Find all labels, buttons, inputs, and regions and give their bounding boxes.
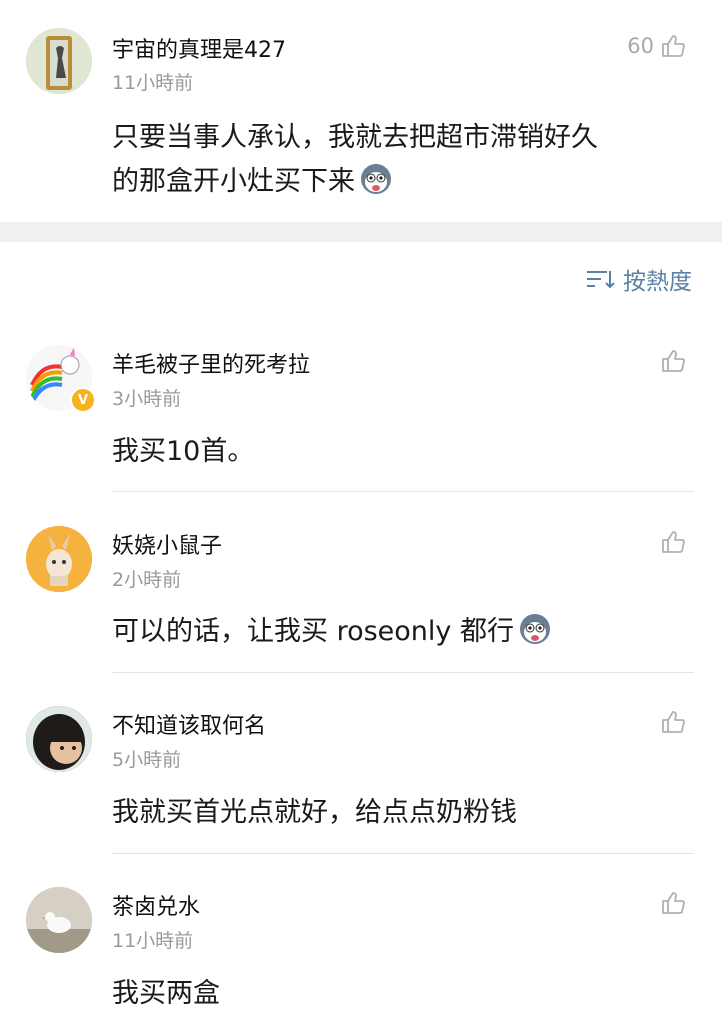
avatar[interactable]: [26, 887, 92, 953]
timestamp: 11小時前: [112, 72, 194, 94]
like-button[interactable]: 60: [627, 31, 686, 61]
timestamp: 3小時前: [112, 388, 182, 410]
comment-text-line1: 只要当事人承认，我就去把超市滞销好久: [112, 122, 598, 153]
avatar[interactable]: [26, 526, 92, 592]
avatar[interactable]: [26, 706, 92, 772]
thumbs-up-icon: [662, 711, 685, 733]
like-button[interactable]: [660, 888, 686, 918]
thumbs-up-icon: [662, 35, 685, 57]
comment-text: 我就买首光点就好，给点点奶粉钱: [112, 797, 517, 828]
divider: [112, 491, 694, 492]
sort-icon: [587, 271, 615, 289]
husky-emoji-icon: [361, 164, 391, 194]
husky-emoji-icon: [519, 614, 550, 644]
avatar[interactable]: [26, 28, 92, 94]
divider: [112, 853, 694, 854]
comment-text-line2: 的那盒开小灶买下来: [112, 160, 598, 204]
divider: [112, 672, 694, 673]
comment-text: 只要当事人承认，我就去把超市滞销好久 的那盒开小灶买下来: [112, 116, 598, 204]
timestamp: 2小時前: [112, 569, 182, 591]
comment-text: 可以的话，让我买 roseonly 都行: [112, 610, 552, 654]
username[interactable]: 妖娆小鼠子: [112, 528, 222, 560]
username[interactable]: 羊毛被子里的死考拉: [112, 347, 310, 379]
comment-text-content: 可以的话，让我买 roseonly 都行: [112, 616, 514, 647]
thumbs-up-icon: [662, 531, 685, 553]
thumbs-up-icon: [662, 350, 685, 372]
username[interactable]: 不知道该取何名: [112, 708, 266, 740]
like-button[interactable]: [660, 707, 686, 737]
username[interactable]: 茶卤兑水: [112, 889, 200, 921]
sort-label: 按熱度: [623, 269, 692, 295]
like-button[interactable]: [660, 527, 686, 557]
username[interactable]: 宇宙的真理是427: [112, 32, 286, 64]
like-count: 60: [627, 34, 654, 58]
sort-button[interactable]: 按熱度: [585, 262, 692, 296]
like-button[interactable]: [660, 346, 686, 376]
comment-text-line2-text: 的那盒开小灶买下来: [112, 166, 355, 197]
thumbs-up-icon: [662, 892, 685, 914]
verified-badge-icon: V: [70, 387, 96, 413]
timestamp: 5小時前: [112, 749, 182, 771]
comment-text: 我买10首。: [112, 436, 255, 467]
section-divider: [0, 222, 722, 242]
timestamp: 11小時前: [112, 930, 194, 952]
comment-text: 我买两盒: [112, 978, 220, 1009]
